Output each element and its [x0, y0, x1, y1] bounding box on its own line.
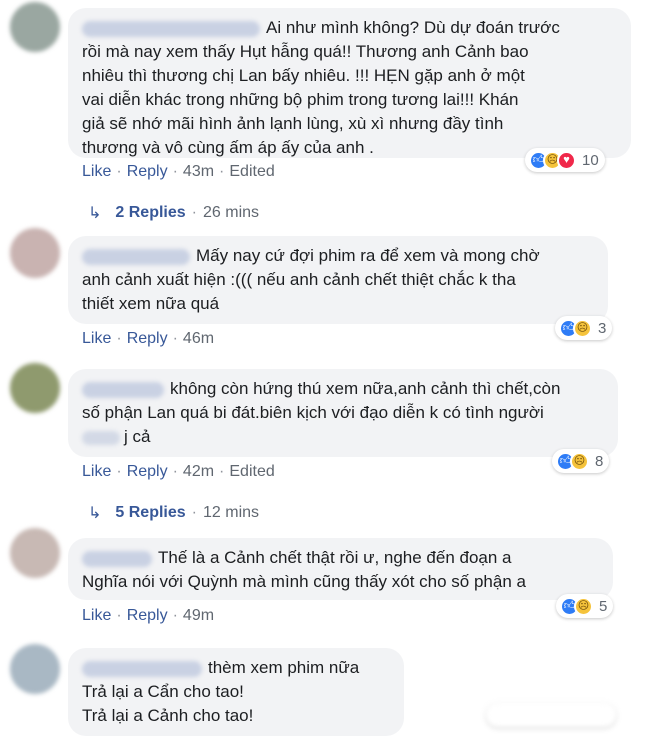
replies-time: 12 mins: [203, 504, 260, 521]
comment-line: giả sẽ nhớ mãi hình ảnh lạnh lùng, xù xì…: [82, 114, 504, 133]
view-replies[interactable]: ↳ 2 Replies · 26 mins: [88, 203, 259, 223]
sad-icon: ☹: [574, 596, 593, 616]
like-button[interactable]: Like: [82, 330, 111, 347]
avatar[interactable]: [10, 363, 60, 413]
sad-icon: ☹: [573, 318, 592, 338]
comment-bubble: thèm xem phim nữa Trả lại a Cẩn cho tao!…: [68, 648, 404, 736]
reply-arrow-icon: ↳: [88, 505, 102, 522]
comment-line: nhiêu thì thương chị Lan bấy nhiêu. !!! …: [82, 66, 525, 85]
avatar[interactable]: [10, 528, 60, 578]
avatar[interactable]: [10, 2, 60, 52]
comment-line: vai diễn khác trong những bộ phim trong …: [82, 90, 519, 109]
reaction-summary[interactable]: 👍︎ ☹ 8: [552, 449, 610, 473]
comment-line: j cả: [82, 425, 604, 449]
avatar[interactable]: [10, 228, 60, 278]
reply-button[interactable]: Reply: [127, 330, 168, 347]
reaction-summary[interactable]: [486, 703, 616, 727]
comment-actions: Like · Reply · 46m: [82, 330, 215, 347]
reply-button[interactable]: Reply: [127, 163, 168, 180]
like-button[interactable]: Like: [82, 463, 111, 480]
comment-line: Thế là a Cảnh chết thật rồi ư, nghe đến …: [82, 546, 599, 570]
replies-count[interactable]: 2 Replies: [115, 204, 185, 222]
comment-actions: Like · Reply · 43m · Edited: [82, 163, 275, 180]
comment-actions: Like · Reply · 42m · Edited: [82, 463, 275, 480]
reaction-summary[interactable]: 👍︎ ☹ 5: [556, 594, 614, 618]
replies-time: 26 mins: [203, 204, 260, 221]
comment-line: thiết xem nữa quá: [82, 294, 220, 313]
like-button[interactable]: Like: [82, 607, 111, 624]
comment-bubble: không còn hứng thú xem nữa,anh cảnh thì …: [68, 369, 618, 457]
like-button[interactable]: Like: [82, 163, 111, 180]
comment-bubble: Ai như mình không? Dù dự đoán trước rồi …: [68, 8, 631, 158]
blurred-author-name[interactable]: [82, 550, 152, 567]
timestamp[interactable]: 43m: [183, 163, 214, 180]
reaction-summary[interactable]: 👍︎ ☹ ♥ 10: [525, 148, 605, 172]
edited-label[interactable]: Edited: [229, 163, 274, 180]
reply-arrow-icon: ↳: [88, 205, 102, 222]
replies-count[interactable]: 5 Replies: [115, 504, 185, 522]
comment-line: không còn hứng thú xem nữa,anh cảnh thì …: [82, 377, 604, 401]
reply-button[interactable]: Reply: [127, 463, 168, 480]
view-replies[interactable]: ↳ 5 Replies · 12 mins: [88, 503, 259, 523]
sad-icon: ☹: [570, 451, 589, 471]
blurred-text: [82, 430, 120, 445]
reaction-count: 3: [598, 319, 607, 337]
love-icon: ♥: [557, 150, 576, 170]
comment-bubble: Mấy nay cứ đợi phim ra để xem và mong ch…: [68, 236, 608, 324]
reaction-count: 8: [595, 452, 604, 470]
comment-line: thèm xem phim nữa: [82, 656, 390, 680]
blurred-author-name[interactable]: [82, 20, 260, 37]
reaction-count: 10: [582, 151, 599, 169]
comment-line: anh cảnh xuất hiện :((( nếu anh cảnh chế…: [82, 270, 516, 289]
comment-line: Ai như mình không? Dù dự đoán trước: [82, 16, 617, 40]
timestamp[interactable]: 49m: [183, 607, 214, 624]
edited-label[interactable]: Edited: [229, 463, 274, 480]
comment-line: Mấy nay cứ đợi phim ra để xem và mong ch…: [82, 244, 594, 268]
reaction-count: 5: [599, 597, 608, 615]
comment-bubble: Thế là a Cảnh chết thật rồi ư, nghe đến …: [68, 538, 613, 600]
avatar[interactable]: [10, 644, 60, 694]
blurred-author-name[interactable]: [82, 381, 164, 398]
comment-actions: Like · Reply · 49m: [82, 607, 215, 624]
timestamp[interactable]: 46m: [183, 330, 214, 347]
comment-line: số phận Lan quá bi đát.biên kịch với đạo…: [82, 403, 544, 422]
blurred-author-name[interactable]: [82, 248, 190, 265]
comment-line: Nghĩa nói với Quỳnh mà mình cũng thấy xó…: [82, 572, 526, 591]
blurred-author-name[interactable]: [82, 660, 202, 677]
reply-button[interactable]: Reply: [127, 607, 168, 624]
comment-line: Trả lại a Cẩn cho tao!: [82, 682, 244, 701]
comment-line: Trả lại a Cảnh cho tao!: [82, 706, 254, 725]
reaction-summary[interactable]: 👍︎ ☹ 3: [555, 316, 613, 340]
comment-line: rồi mà nay xem thấy Hụt hẫng quá!! Thươn…: [82, 42, 529, 61]
timestamp[interactable]: 42m: [183, 463, 214, 480]
